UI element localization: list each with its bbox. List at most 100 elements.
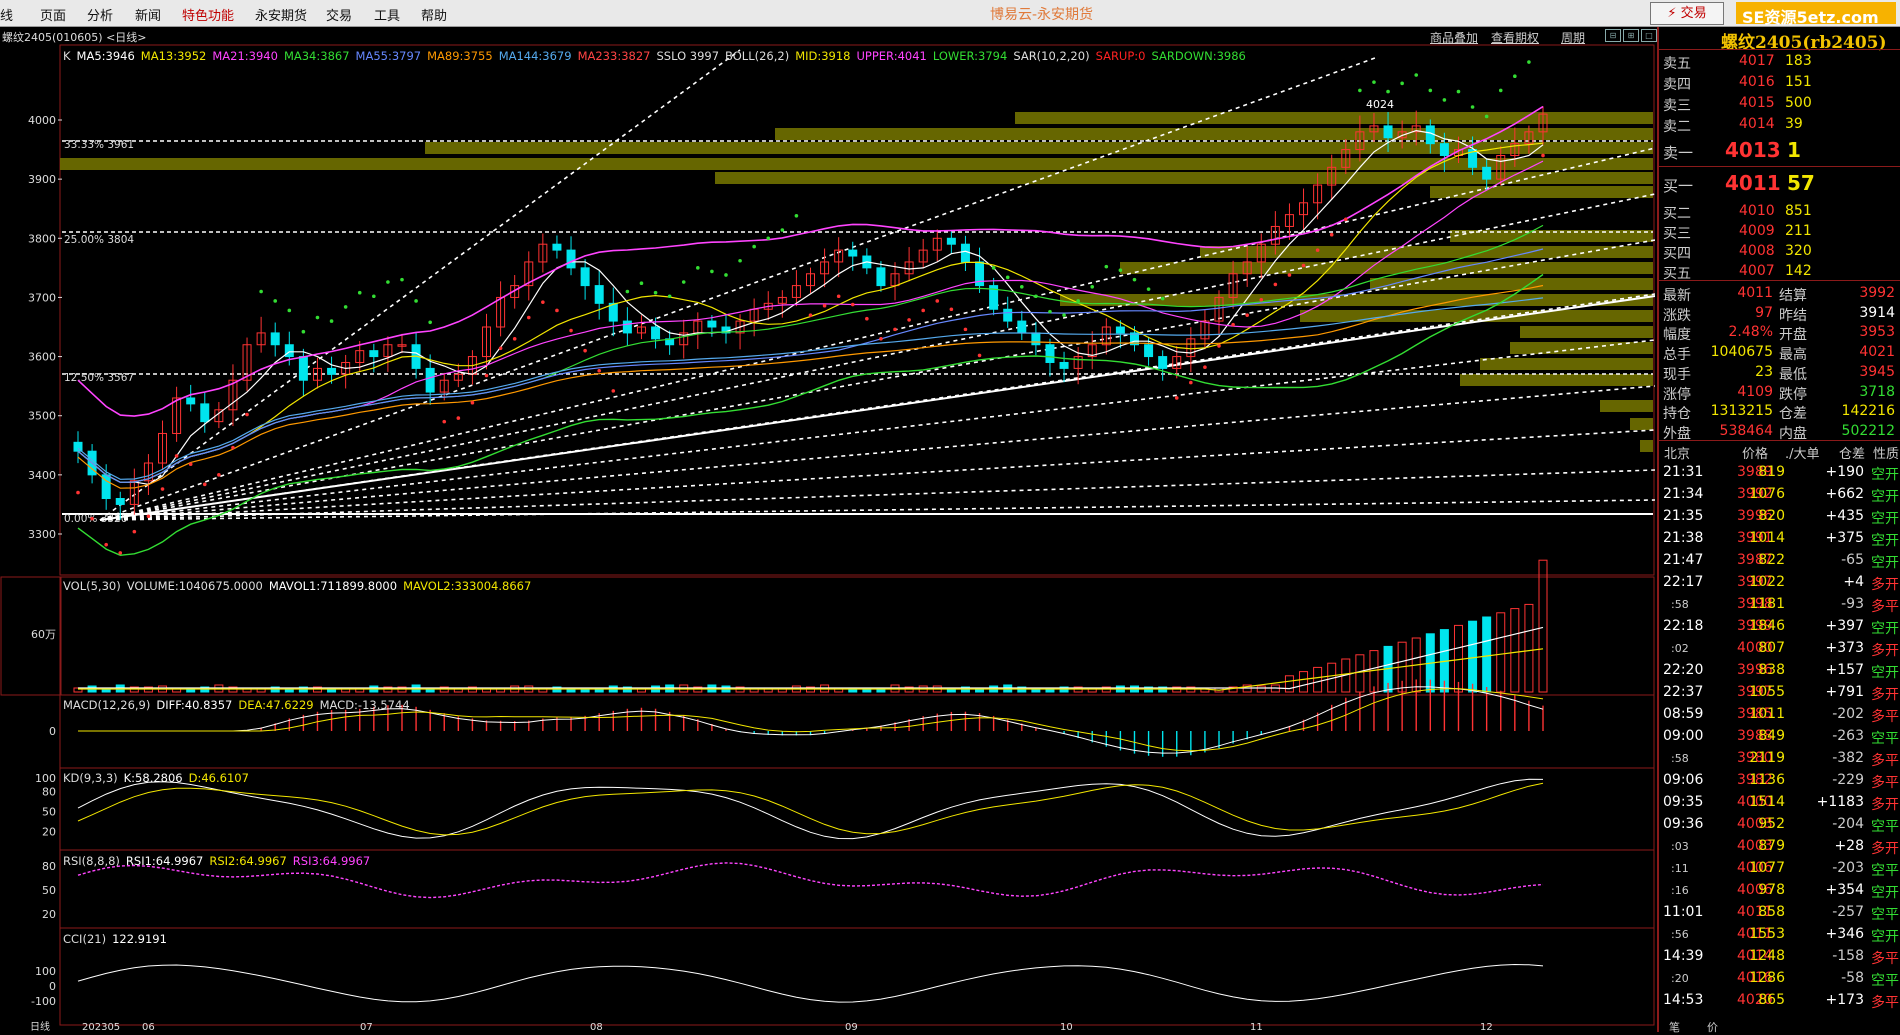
volume-bar <box>1510 608 1520 693</box>
bid-price: 4009 <box>1739 223 1775 239</box>
sar-dot <box>1541 153 1545 158</box>
tick-row: 11:01 4011 858 -257 空平 <box>1659 901 1900 923</box>
price-volume-band <box>1370 278 1653 290</box>
stat-row: 外盘 538464 内盘 502212 <box>1659 421 1900 442</box>
ticks-col-price: 价格 <box>1742 447 1769 462</box>
sar-dot <box>555 308 559 313</box>
tick-oi: +354 <box>1825 882 1864 898</box>
x-axis-tick: 08 <box>590 1022 603 1032</box>
tick-type: 空开 <box>1871 885 1899 901</box>
candle-body <box>327 367 337 375</box>
tick-time: 21:35 <box>1663 508 1704 524</box>
tick-oi: +346 <box>1825 926 1864 942</box>
tick-row: 09:00 3988 849 -263 空平 <box>1659 725 1900 747</box>
bid-row: 买一 4011 57 <box>1659 171 1900 195</box>
cci-panel-indicator: CCI(21) <box>63 932 107 946</box>
tick-type: 多平 <box>1871 775 1899 791</box>
tick-type: 空开 <box>1871 555 1899 571</box>
sar-dot <box>386 280 390 284</box>
tick-volume: 849 <box>1758 728 1785 744</box>
sar-dot <box>498 346 503 351</box>
gann-fan-line <box>99 429 1655 521</box>
candle-body <box>200 403 210 423</box>
tick-row: 09:36 4003 952 -204 空平 <box>1659 813 1900 835</box>
tick-volume: 1014 <box>1749 530 1785 546</box>
tick-volume: 819 <box>1758 464 1785 480</box>
tick-volume: 858 <box>1758 904 1785 920</box>
tick-row: 09:06 3982 1136 -229 多平 <box>1659 769 1900 791</box>
tick-type: 多开 <box>1871 841 1899 857</box>
rsi-y-tick: 50 <box>42 884 56 897</box>
macd-panel-indicator: MACD:-13.5744 <box>319 698 410 712</box>
volume-bar <box>1482 616 1492 693</box>
ask-volume: 1 <box>1787 138 1801 162</box>
tick-oi: -204 <box>1832 816 1864 832</box>
candle-body <box>1439 143 1449 156</box>
tick-row: :16 4006 978 +354 空开 <box>1659 879 1900 901</box>
stat-row: 最新 4011 结算 3992 <box>1659 283 1900 304</box>
y-axis-tick: 3300 <box>28 528 56 541</box>
sar-dot <box>1231 322 1235 327</box>
kline-chart[interactable]: 4000 3900 3800 3700 3600 3500 3400 3300 33.33% 3… <box>0 0 1655 1032</box>
sar-dot <box>90 516 94 521</box>
rsi-panel-indicator: RSI2:64.9967 <box>209 854 287 868</box>
sar-dot <box>1273 282 1278 287</box>
tick-type: 空开 <box>1871 665 1899 681</box>
tick-row: 21:38 3991 1014 +375 空开 <box>1659 527 1900 549</box>
tick-volume: 978 <box>1758 882 1785 898</box>
cci-y-tick: -100 <box>31 995 56 1008</box>
sar-dot <box>343 305 348 309</box>
main-panel-indicator: LOWER:3794 <box>932 49 1008 63</box>
main-panel-indicator: K <box>63 49 71 63</box>
ask-price: 4017 <box>1739 53 1775 69</box>
vol-indicator-labels: VOL(5,30) VOLUME:1040675.0000 MAVOL1:71189… <box>63 579 537 593</box>
price-volume-band <box>775 128 1653 140</box>
bid-volume: 142 <box>1785 263 1812 279</box>
macd-panel-indicator: MACD(12,26,9) <box>63 698 151 712</box>
sar-dot <box>1315 248 1320 252</box>
sar-dot <box>428 320 432 325</box>
sar-dot <box>1456 89 1461 94</box>
stat-value: 3945 <box>1859 363 1895 380</box>
tick-oi: +190 <box>1825 464 1864 480</box>
tab-price[interactable]: 价 <box>1707 1019 1718 1035</box>
trade-button[interactable]: ⚡ 交易 <box>1650 2 1724 25</box>
stat-value: 1040675 <box>1710 344 1773 361</box>
main-panel-indicator: MA55:3797 <box>355 49 422 63</box>
tick-type: 多平 <box>1871 753 1899 769</box>
sar-dot <box>1245 313 1249 317</box>
price-volume-band <box>1300 310 1653 322</box>
bid-label: 买三 <box>1663 226 1691 242</box>
stat-row: 幅度 2.48% 开盘 3953 <box>1659 322 1900 343</box>
gann-fan-line <box>99 193 1655 521</box>
tick-type: 多平 <box>1871 951 1899 967</box>
tick-type: 多平 <box>1871 709 1899 725</box>
tick-row: 08:59 3985 1011 -202 多平 <box>1659 703 1900 725</box>
sar-dot <box>710 269 714 274</box>
ask-row: 卖四 4016 151 <box>1659 72 1900 93</box>
main-indicator-labels: K MA5:3946 MA13:3952 MA21:3940 MA34:3867 MA55… <box>63 49 1252 63</box>
price-volume-band <box>1120 262 1653 274</box>
tick-oi: +1183 <box>1816 794 1864 810</box>
tick-volume: 820 <box>1758 508 1785 524</box>
ticks-col-oi: 仓差 <box>1839 447 1866 462</box>
vol-panel-indicator: MAVOL1:711899.8000 <box>268 579 398 593</box>
price-volume-band <box>1200 246 1653 258</box>
cci-indicator-labels: CCI(21) 122.9191 <box>63 932 173 946</box>
tab-trades[interactable]: 笔 <box>1669 1019 1680 1035</box>
sar-dot <box>118 551 123 555</box>
bid-volume: 211 <box>1785 223 1812 239</box>
cci-panel-indicator: 122.9191 <box>112 932 167 946</box>
tick-time: 14:39 <box>1663 948 1704 964</box>
sar-dot <box>893 327 897 332</box>
rsi-y-tick: 80 <box>42 860 56 873</box>
sar-dot <box>1189 380 1193 385</box>
tick-time: :20 <box>1671 972 1689 985</box>
candle-body <box>186 397 196 405</box>
sar-dot <box>174 454 179 458</box>
tick-type: 空开 <box>1871 489 1899 505</box>
sar-dot <box>935 299 940 303</box>
sar-dot <box>569 328 573 333</box>
sar-dot <box>850 302 855 307</box>
sar-dot <box>696 266 700 270</box>
